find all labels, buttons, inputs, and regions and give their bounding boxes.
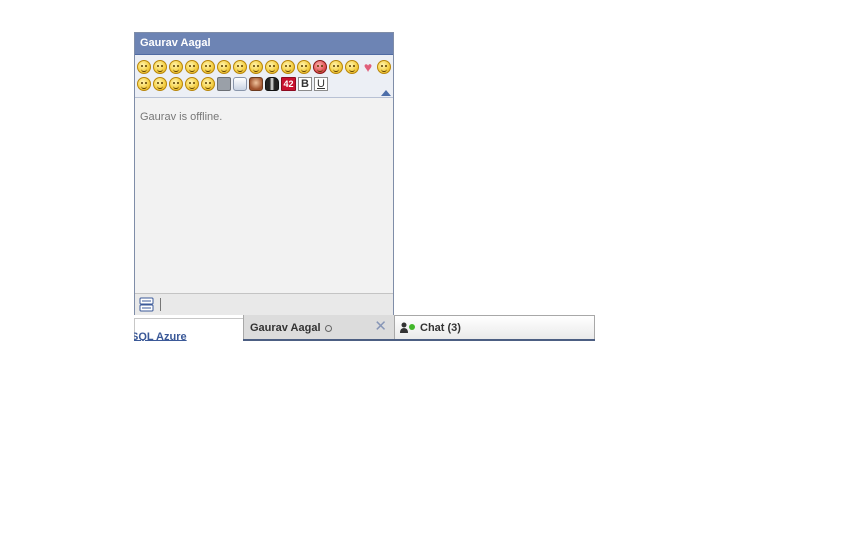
unsure-emoticon-icon[interactable] — [281, 59, 295, 74]
text-input-cursor — [160, 298, 161, 311]
online-count: (3) — [447, 322, 461, 334]
smile-emoticon-icon[interactable] — [137, 59, 151, 74]
chat-input-bar[interactable] — [135, 293, 393, 315]
emoticon-row-2: 42 B U — [137, 75, 393, 92]
badge-42-icon[interactable]: 42 — [281, 76, 296, 91]
penguin-emoticon-icon[interactable] — [265, 76, 279, 91]
glasses-emoticon-icon[interactable] — [233, 59, 247, 74]
online-status-icon — [409, 324, 415, 330]
heart-emoticon-icon[interactable]: ♥ — [361, 60, 375, 74]
offline-status-icon — [324, 324, 332, 332]
offline-status-message: Gaurav is offline. — [140, 111, 223, 123]
robot-emoticon-icon[interactable] — [217, 76, 231, 91]
chat-label: Chat — [420, 322, 445, 334]
chat-tab-label: Chat (3) — [420, 322, 461, 334]
background-link[interactable]: SQL Azure — [134, 329, 243, 341]
cry-emoticon-icon[interactable] — [297, 59, 311, 74]
collapse-arrow-icon[interactable] — [381, 90, 391, 96]
chat-tabs-bar: Gaurav Aagal ✕ Chat (3) — [243, 315, 595, 341]
kiki-emoticon-icon[interactable] — [377, 59, 391, 74]
person-icon — [400, 322, 408, 333]
underline-button[interactable]: U — [314, 76, 328, 91]
confused-emoticon-icon[interactable] — [153, 76, 167, 91]
colonthree-emoticon-icon[interactable] — [185, 76, 199, 91]
devil-emoticon-icon[interactable] — [313, 59, 327, 74]
chat-buddy-list-tab[interactable]: Chat (3) — [394, 315, 595, 339]
close-icon[interactable]: ✕ — [374, 319, 387, 334]
frown-emoticon-icon[interactable] — [153, 59, 167, 74]
emoticon-bar: ♥ 42 B U — [135, 55, 393, 98]
upset-emoticon-icon[interactable] — [169, 76, 183, 91]
chat-bubble-icon — [139, 297, 154, 312]
angel-emoticon-icon[interactable] — [329, 59, 343, 74]
chat-tab-name: Gaurav Aagal — [250, 322, 321, 334]
wink-emoticon-icon[interactable] — [217, 59, 231, 74]
putnam-emoticon-icon[interactable] — [249, 76, 263, 91]
chat-tab-gaurav[interactable]: Gaurav Aagal ✕ — [243, 315, 394, 339]
chat-tab-label: Gaurav Aagal — [250, 322, 332, 334]
emoticon-row-1: ♥ — [137, 58, 393, 75]
chat-window: Gaurav Aagal ♥ 42 B U Gaurav is offline. — [134, 32, 394, 315]
grin-emoticon-icon[interactable] — [185, 59, 199, 74]
grumpy-emoticon-icon[interactable] — [265, 59, 279, 74]
gasp-emoticon-icon[interactable] — [201, 59, 215, 74]
sunglasses-emoticon-icon[interactable] — [249, 59, 263, 74]
tongue-emoticon-icon[interactable] — [169, 59, 183, 74]
message-area: Gaurav is offline. — [135, 98, 393, 292]
squint-emoticon-icon[interactable] — [137, 76, 151, 91]
kiss-emoticon-icon[interactable] — [345, 59, 359, 74]
bold-button[interactable]: B — [298, 76, 312, 91]
shark-emoticon-icon[interactable] — [233, 76, 247, 91]
chat-window-title[interactable]: Gaurav Aagal — [135, 33, 393, 55]
pacman-emoticon-icon[interactable] — [201, 76, 215, 91]
